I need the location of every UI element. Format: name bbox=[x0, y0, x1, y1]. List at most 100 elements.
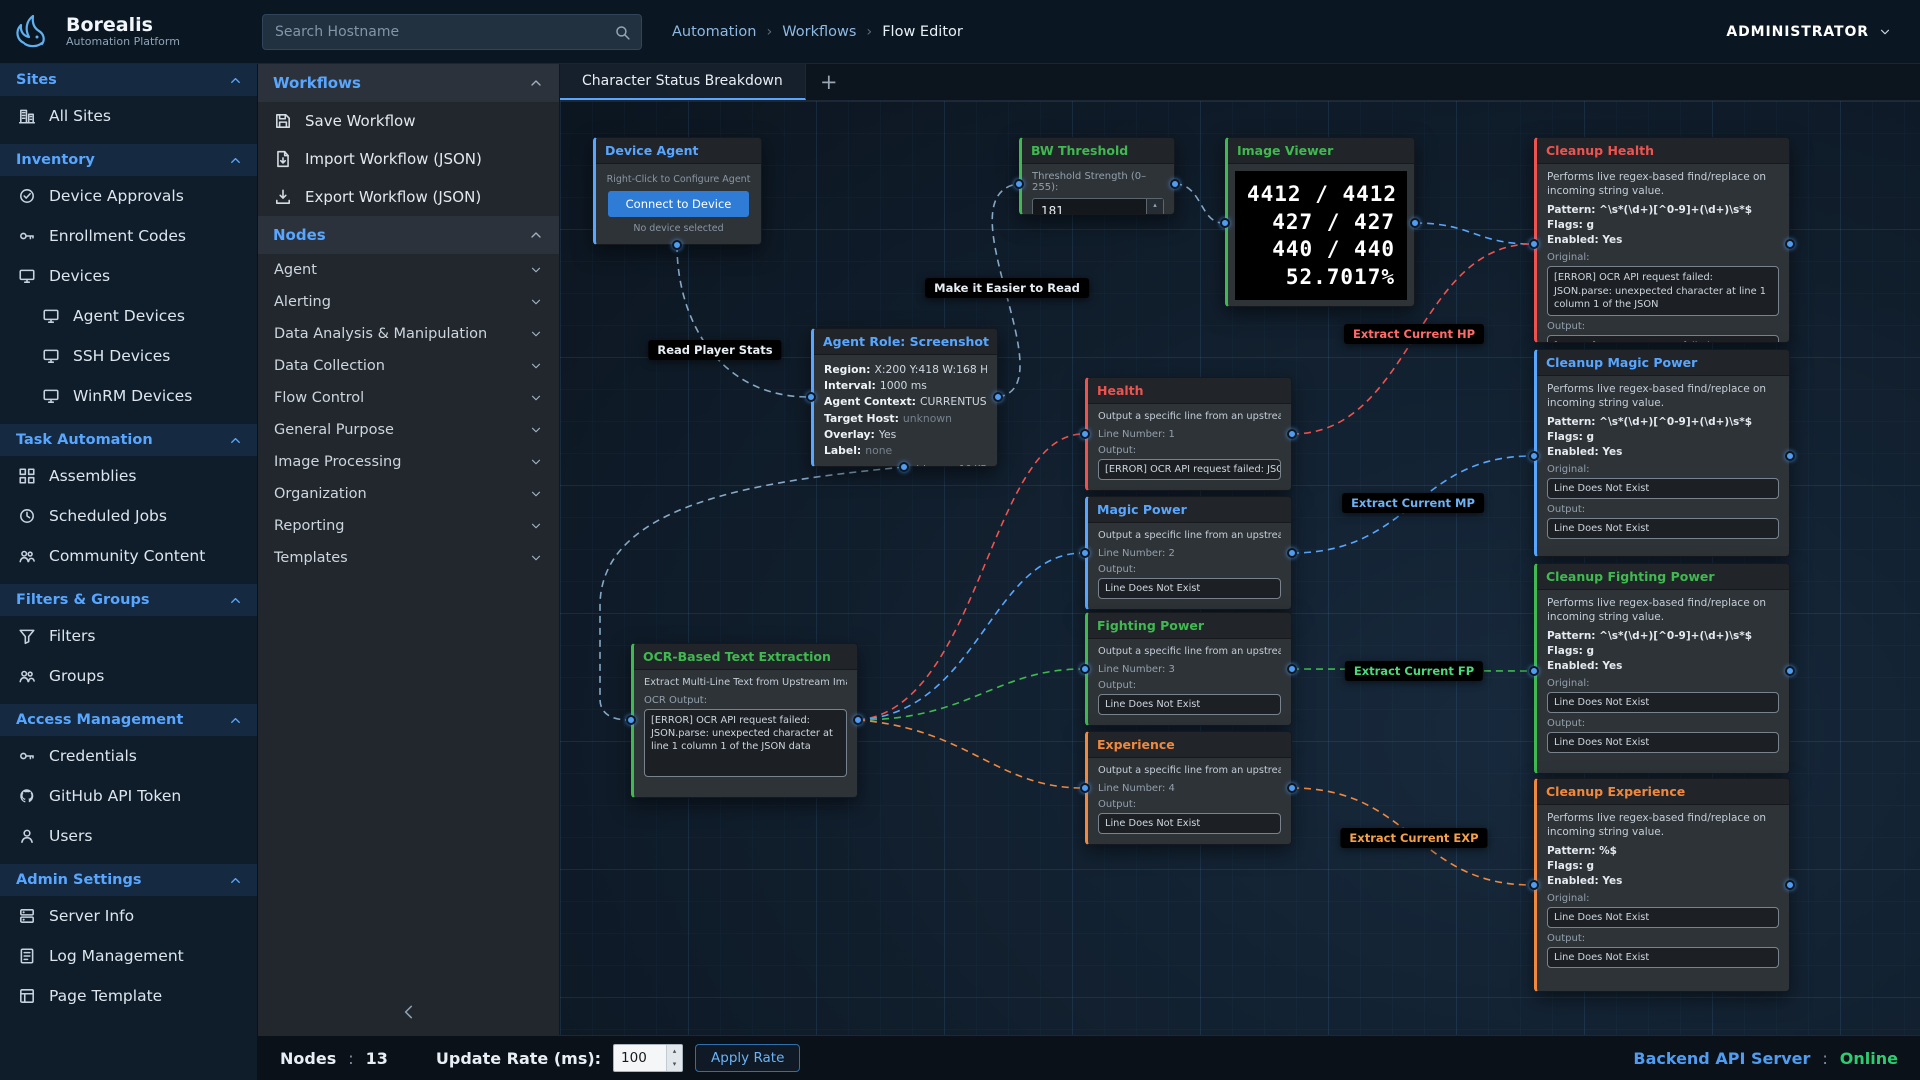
connector-port[interactable] bbox=[1287, 664, 1297, 674]
workflows-section-header[interactable]: Workflows bbox=[258, 64, 559, 102]
sidebar-item-community-content[interactable]: Community Content bbox=[0, 536, 257, 576]
output-box[interactable]: Line Does Not Exist bbox=[1098, 813, 1281, 834]
connector-port[interactable] bbox=[1014, 179, 1024, 189]
node-magic-power[interactable]: Magic Power Output a specific line from … bbox=[1085, 496, 1292, 610]
connector-port[interactable] bbox=[1529, 666, 1539, 676]
sidebar-item-winrm-devices[interactable]: WinRM Devices bbox=[0, 376, 257, 416]
connector-port[interactable] bbox=[853, 715, 863, 725]
sidebar-item-server-info[interactable]: Server Info bbox=[0, 896, 257, 936]
sidebar-section-sites[interactable]: Sites bbox=[0, 64, 257, 96]
connector-port[interactable] bbox=[1785, 880, 1795, 890]
node-category-reporting[interactable]: Reporting bbox=[258, 510, 559, 542]
node-cleanup-health[interactable]: Cleanup Health Performs live regex-based… bbox=[1534, 137, 1790, 343]
breadcrumb-item-automation[interactable]: Automation bbox=[672, 24, 756, 40]
node-cleanup-fighting-power[interactable]: Cleanup Fighting Power Performs live reg… bbox=[1534, 563, 1790, 774]
connector-port[interactable] bbox=[1410, 218, 1420, 228]
sidebar-section-access-management[interactable]: Access Management bbox=[0, 704, 257, 736]
node-ocr-text-extraction[interactable]: OCR-Based Text Extraction Extract Multi-… bbox=[631, 643, 858, 798]
sidebar-item-agent-devices[interactable]: Agent Devices bbox=[0, 296, 257, 336]
connector-port[interactable] bbox=[672, 240, 682, 250]
connector-port[interactable] bbox=[1080, 664, 1090, 674]
connector-port[interactable] bbox=[626, 715, 636, 725]
sidebar-item-users[interactable]: Users bbox=[0, 816, 257, 856]
sidebar-item-log-management[interactable]: Log Management bbox=[0, 936, 257, 976]
sidebar-item-github-api-token[interactable]: GitHub API Token bbox=[0, 776, 257, 816]
output-box[interactable]: Line Does Not Exist bbox=[1098, 694, 1281, 715]
connector-port[interactable] bbox=[1785, 451, 1795, 461]
output-box[interactable]: [ERROR] OCR API request failed: JSON.par… bbox=[1098, 459, 1281, 480]
connector-port[interactable] bbox=[993, 392, 1003, 402]
node-device-agent[interactable]: Device Agent Right-Click to Configure Ag… bbox=[593, 137, 762, 245]
original-box[interactable]: Line Does Not Exist bbox=[1547, 907, 1779, 928]
node-experience[interactable]: Experience Output a specific line from a… bbox=[1085, 731, 1292, 845]
node-health[interactable]: Health Output a specific line from an up… bbox=[1085, 377, 1292, 491]
sidebar-item-filters[interactable]: Filters bbox=[0, 616, 257, 656]
sidebar-item-groups[interactable]: Groups bbox=[0, 656, 257, 696]
node-category-alerting[interactable]: Alerting bbox=[258, 286, 559, 318]
threshold-input[interactable]: 181 ▴▾ bbox=[1032, 198, 1164, 215]
breadcrumb-item-workflows[interactable]: Workflows bbox=[782, 24, 856, 40]
node-category-agent[interactable]: Agent bbox=[258, 254, 559, 286]
sidebar-item-devices[interactable]: Devices bbox=[0, 256, 257, 296]
connector-port[interactable] bbox=[1170, 179, 1180, 189]
node-category-templates[interactable]: Templates bbox=[258, 542, 559, 574]
sidebar-item-ssh-devices[interactable]: SSH Devices bbox=[0, 336, 257, 376]
original-box[interactable]: Line Does Not Exist bbox=[1547, 692, 1779, 713]
sidebar-section-filters-groups[interactable]: Filters & Groups bbox=[0, 584, 257, 616]
export-workflow-json-button[interactable]: Export Workflow (JSON) bbox=[258, 178, 559, 216]
connector-port[interactable] bbox=[1080, 783, 1090, 793]
update-rate-input[interactable]: 100 ▴▾ bbox=[613, 1044, 683, 1072]
output-box[interactable]: Line Does Not Exist bbox=[1098, 578, 1281, 599]
connector-port[interactable] bbox=[1529, 239, 1539, 249]
connector-port[interactable] bbox=[1529, 451, 1539, 461]
collapse-panel-icon[interactable] bbox=[400, 1003, 418, 1021]
node-bw-threshold[interactable]: BW Threshold Threshold Strength (0–255):… bbox=[1019, 137, 1175, 215]
node-category-data-analysis-manipulation[interactable]: Data Analysis & Manipulation bbox=[258, 318, 559, 350]
node-category-flow-control[interactable]: Flow Control bbox=[258, 382, 559, 414]
connect-to-device-button[interactable]: Connect to Device bbox=[608, 191, 749, 217]
sidebar-section-inventory[interactable]: Inventory bbox=[0, 144, 257, 176]
connector-port[interactable] bbox=[1287, 429, 1297, 439]
flow-canvas[interactable]: Device Agent Right-Click to Configure Ag… bbox=[560, 101, 1920, 1035]
sidebar-section-admin-settings[interactable]: Admin Settings bbox=[0, 864, 257, 896]
sidebar-item-enrollment-codes[interactable]: Enrollment Codes bbox=[0, 216, 257, 256]
sidebar-item-scheduled-jobs[interactable]: Scheduled Jobs bbox=[0, 496, 257, 536]
node-agent-screenshot[interactable]: Agent Role: Screenshot Region:X:200 Y:41… bbox=[811, 328, 998, 467]
connector-port[interactable] bbox=[1785, 666, 1795, 676]
spinner-buttons[interactable]: ▴▾ bbox=[666, 1045, 682, 1071]
connector-port[interactable] bbox=[1220, 218, 1230, 228]
breadcrumb-item-flow-editor[interactable]: Flow Editor bbox=[882, 24, 963, 40]
output-box[interactable]: Line Does Not Exist bbox=[1547, 518, 1779, 539]
search-input[interactable] bbox=[263, 15, 641, 49]
connector-port[interactable] bbox=[1529, 880, 1539, 890]
spinner-buttons[interactable]: ▴▾ bbox=[1146, 199, 1163, 215]
sidebar-item-page-template[interactable]: Page Template bbox=[0, 976, 257, 1016]
node-fighting-power[interactable]: Fighting Power Output a specific line fr… bbox=[1085, 612, 1292, 726]
connector-port[interactable] bbox=[1080, 548, 1090, 558]
node-category-data-collection[interactable]: Data Collection bbox=[258, 350, 559, 382]
apply-rate-button[interactable]: Apply Rate bbox=[695, 1044, 800, 1072]
node-category-general-purpose[interactable]: General Purpose bbox=[258, 414, 559, 446]
nodes-section-header[interactable]: Nodes bbox=[258, 216, 559, 254]
sidebar-item-credentials[interactable]: Credentials bbox=[0, 736, 257, 776]
original-box[interactable]: [ERROR] OCR API request failed: JSON.par… bbox=[1547, 266, 1779, 316]
connector-port[interactable] bbox=[1080, 429, 1090, 439]
sidebar-item-all-sites[interactable]: All Sites bbox=[0, 96, 257, 136]
tab-character-status-breakdown[interactable]: Character Status Breakdown bbox=[560, 64, 806, 100]
import-workflow-json-button[interactable]: Import Workflow (JSON) bbox=[258, 140, 559, 178]
connector-port[interactable] bbox=[806, 392, 816, 402]
connector-port[interactable] bbox=[1785, 239, 1795, 249]
connector-port[interactable] bbox=[899, 462, 909, 472]
original-box[interactable]: Line Does Not Exist bbox=[1547, 478, 1779, 499]
save-workflow-button[interactable]: Save Workflow bbox=[258, 102, 559, 140]
new-tab-button[interactable]: + bbox=[806, 64, 852, 100]
user-menu[interactable]: ADMINISTRATOR bbox=[1726, 24, 1920, 40]
node-cleanup-magic-power[interactable]: Cleanup Magic Power Performs live regex-… bbox=[1534, 349, 1790, 557]
output-box[interactable]: Line Does Not Exist bbox=[1547, 732, 1779, 753]
node-category-image-processing[interactable]: Image Processing bbox=[258, 446, 559, 478]
output-box[interactable]: [ERROR] OCR API request failed: JSON.par… bbox=[1547, 335, 1779, 343]
connector-port[interactable] bbox=[1287, 783, 1297, 793]
node-cleanup-experience[interactable]: Cleanup Experience Performs live regex-b… bbox=[1534, 778, 1790, 992]
output-box[interactable]: Line Does Not Exist bbox=[1547, 947, 1779, 968]
node-category-organization[interactable]: Organization bbox=[258, 478, 559, 510]
